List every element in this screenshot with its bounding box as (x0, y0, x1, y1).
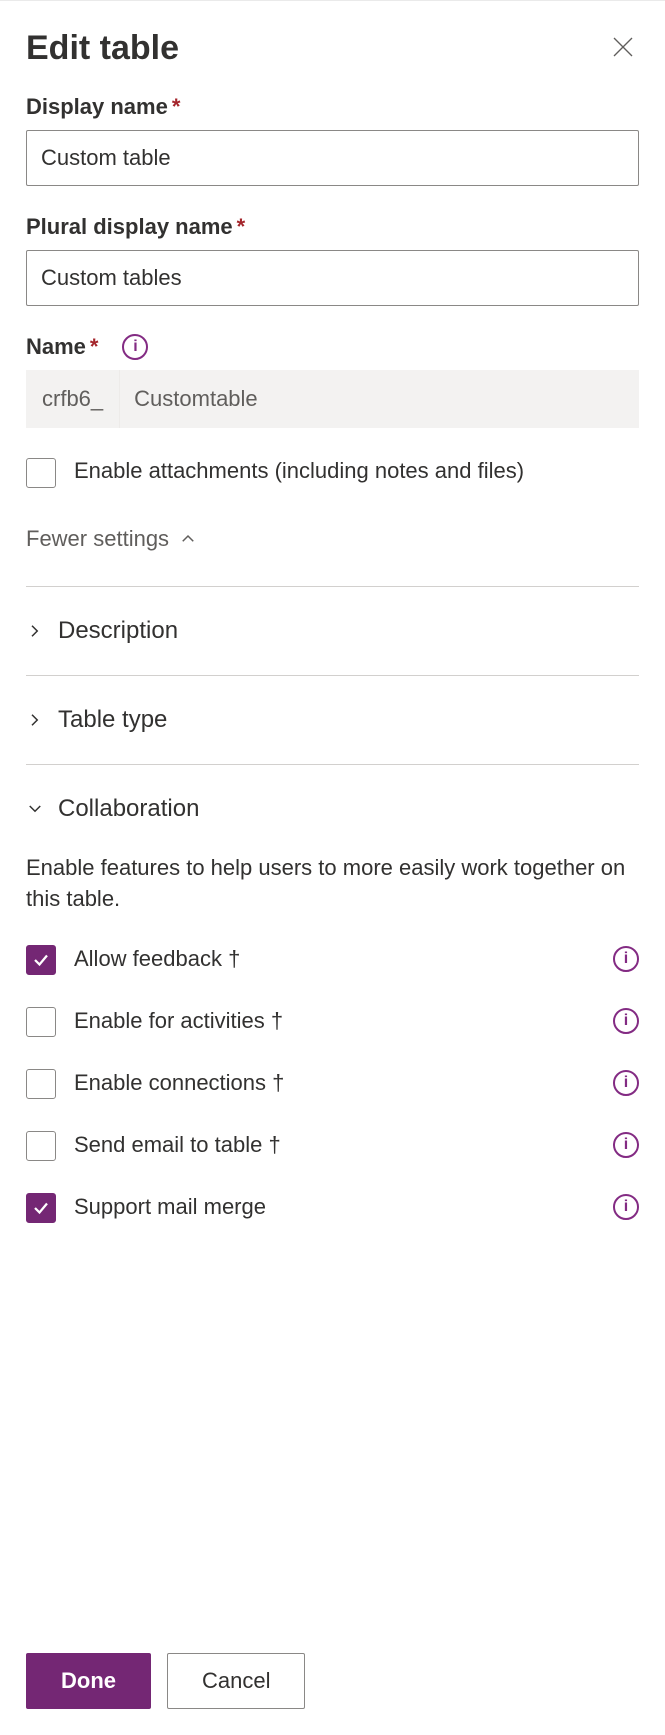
info-icon[interactable]: i (613, 946, 639, 972)
panel-header: Edit table (0, 1, 665, 94)
done-button[interactable]: Done (26, 1653, 151, 1709)
edit-table-panel: Edit table Display name* Plural display … (0, 0, 665, 1735)
display-name-field: Display name* (26, 94, 639, 186)
chevron-right-icon (26, 711, 44, 729)
table-type-section: Table type (26, 675, 639, 764)
panel-footer: Done Cancel (0, 1626, 665, 1735)
enable-attachments-label: Enable attachments (including notes and … (74, 456, 524, 486)
collaboration-checkbox[interactable] (26, 1131, 56, 1161)
plural-display-name-field: Plural display name* (26, 214, 639, 306)
required-indicator: * (172, 94, 181, 119)
name-label: Name* (26, 334, 98, 360)
close-button[interactable] (607, 31, 639, 66)
collaboration-item: Enable for activities † i (26, 1005, 639, 1037)
collaboration-section: Collaboration Enable features to help us… (26, 764, 639, 1263)
chevron-right-icon (26, 622, 44, 640)
chevron-down-icon (26, 800, 44, 818)
info-icon[interactable]: i (122, 334, 148, 360)
collaboration-item-label: Support mail merge (74, 1192, 595, 1222)
description-section: Description (26, 586, 639, 675)
info-icon[interactable]: i (613, 1008, 639, 1034)
info-icon[interactable]: i (613, 1070, 639, 1096)
collaboration-checkbox[interactable] (26, 945, 56, 975)
collaboration-item-label: Allow feedback † (74, 944, 595, 974)
cancel-button[interactable]: Cancel (167, 1653, 305, 1709)
plural-display-name-input[interactable] (26, 250, 639, 306)
display-name-label: Display name* (26, 94, 639, 120)
name-prefix: crfb6_ (26, 370, 120, 428)
table-type-section-header[interactable]: Table type (26, 676, 639, 764)
name-field: Name* i crfb6_ (26, 334, 639, 428)
collaboration-section-header[interactable]: Collaboration (26, 765, 639, 853)
close-icon (611, 35, 635, 62)
panel-body[interactable]: Display name* Plural display name* Name*… (0, 94, 665, 1626)
enable-attachments-row: Enable attachments (including notes and … (26, 456, 639, 488)
display-name-input[interactable] (26, 130, 639, 186)
collaboration-checkbox[interactable] (26, 1193, 56, 1223)
chevron-up-icon (179, 530, 197, 548)
collaboration-checkbox[interactable] (26, 1069, 56, 1099)
collaboration-checkbox[interactable] (26, 1007, 56, 1037)
collaboration-item: Enable connections † i (26, 1067, 639, 1099)
fewer-settings-toggle[interactable]: Fewer settings (26, 526, 197, 552)
collaboration-item-label: Send email to table † (74, 1130, 595, 1160)
collaboration-item-label: Enable for activities † (74, 1006, 595, 1036)
required-indicator: * (90, 334, 99, 359)
name-input (120, 370, 639, 428)
enable-attachments-checkbox[interactable] (26, 458, 56, 488)
panel-title: Edit table (26, 29, 179, 68)
collaboration-item: Support mail merge i (26, 1191, 639, 1223)
plural-display-name-label: Plural display name* (26, 214, 639, 240)
collaboration-item: Send email to table † i (26, 1129, 639, 1161)
collaboration-item: Allow feedback † i (26, 943, 639, 975)
collaboration-description: Enable features to help users to more ea… (26, 853, 639, 915)
info-icon[interactable]: i (613, 1132, 639, 1158)
collaboration-item-label: Enable connections † (74, 1068, 595, 1098)
info-icon[interactable]: i (613, 1194, 639, 1220)
description-section-header[interactable]: Description (26, 587, 639, 675)
required-indicator: * (237, 214, 246, 239)
